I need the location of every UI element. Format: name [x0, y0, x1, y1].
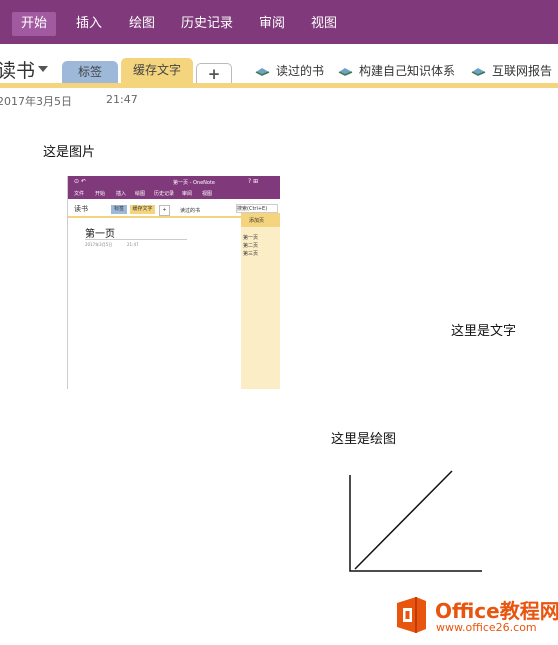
ink-axes-stroke: [349, 475, 482, 572]
embedded-link-read-books: 读过的书: [180, 208, 201, 214]
embedded-section-cached: 缓存文字: [130, 205, 155, 214]
embedded-page-3: 第三页: [243, 251, 259, 257]
section-tab-cached-text[interactable]: 缓存文字: [121, 58, 193, 83]
notebook-link-icon: [471, 68, 486, 76]
embedded-page-title: 第一页: [85, 229, 115, 240]
embedded-page-time: 21:47: [127, 242, 139, 247]
drawing-caption[interactable]: 这里是绘图: [331, 428, 396, 447]
watermark-brand: Office教程网: [435, 599, 558, 623]
page-date: 2017年3月5日: [0, 95, 72, 108]
link-read-books-label: 读过的书: [276, 64, 325, 78]
embedded-notebook-name: 读书: [74, 205, 88, 213]
embedded-search-box: 搜索(Ctrl+E): [236, 204, 278, 213]
embedded-tab-review: 审阅: [182, 191, 193, 197]
embedded-tab-insert: 插入: [116, 191, 127, 197]
embedded-tab-view: 视图: [202, 191, 213, 197]
notebook-link-icon: [255, 68, 270, 76]
notebook-link-icon: [338, 68, 353, 76]
embedded-window-title: 第一页 - OneNote: [173, 180, 215, 186]
ink-drawing[interactable]: [340, 465, 490, 577]
ribbon-tab-home[interactable]: 开始: [12, 12, 57, 36]
ribbon-tab-draw[interactable]: 绘图: [120, 12, 164, 36]
add-section-button[interactable]: +: [196, 63, 232, 84]
text-note[interactable]: 这里是文字: [451, 320, 516, 339]
office-logo-icon: [397, 597, 426, 633]
page-time: 21:47: [106, 93, 138, 106]
embedded-tab-file: 文件: [74, 191, 85, 197]
embedded-screenshot-image[interactable]: ⊙ ↶ 第一页 - OneNote ? ⊞ 文件 开始 插入 绘图 历史记录 审…: [67, 176, 280, 389]
embedded-section-tags: 标签: [111, 205, 127, 214]
embedded-window-controls: ? ⊞: [248, 178, 259, 185]
notebook-name[interactable]: 读书: [0, 56, 35, 83]
embedded-add-section: +: [159, 205, 170, 216]
embedded-tab-history: 历史记录: [154, 191, 175, 197]
watermark-url: www.office26.com: [436, 621, 537, 634]
embedded-back-icon: ⊙ ↶: [74, 178, 86, 185]
ribbon-tab-history[interactable]: 历史记录: [172, 12, 242, 36]
link-read-books[interactable]: 读过的书: [255, 61, 335, 81]
embedded-tab-draw: 绘图: [135, 191, 146, 197]
embedded-page-1: 第一页: [243, 235, 259, 241]
section-tab-tags[interactable]: 标签: [62, 61, 118, 83]
link-internet-report[interactable]: 互联网报告: [471, 61, 558, 81]
notebook-dropdown-icon[interactable]: [38, 66, 48, 72]
ink-diagonal-stroke: [354, 470, 453, 570]
embedded-add-page: 添加页: [249, 218, 265, 224]
section-underline: [0, 83, 558, 88]
ribbon-tab-insert[interactable]: 插入: [67, 12, 111, 36]
embedded-title-underline: [85, 239, 187, 240]
link-internet-report-label: 互联网报告: [492, 64, 553, 78]
link-knowledge-system[interactable]: 构建自己知识体系: [338, 61, 463, 81]
link-knowledge-system-label: 构建自己知识体系: [359, 64, 456, 78]
ribbon-tab-view[interactable]: 视图: [302, 12, 346, 36]
ribbon-tab-review[interactable]: 审阅: [250, 12, 294, 36]
image-caption[interactable]: 这是图片: [43, 141, 95, 160]
embedded-page-2: 第二页: [243, 243, 259, 249]
watermark-logo: Office教程网 www.office26.com: [392, 594, 558, 642]
embedded-page-date: 2017年3月5日: [85, 242, 113, 247]
embedded-tab-home: 开始: [95, 191, 106, 197]
